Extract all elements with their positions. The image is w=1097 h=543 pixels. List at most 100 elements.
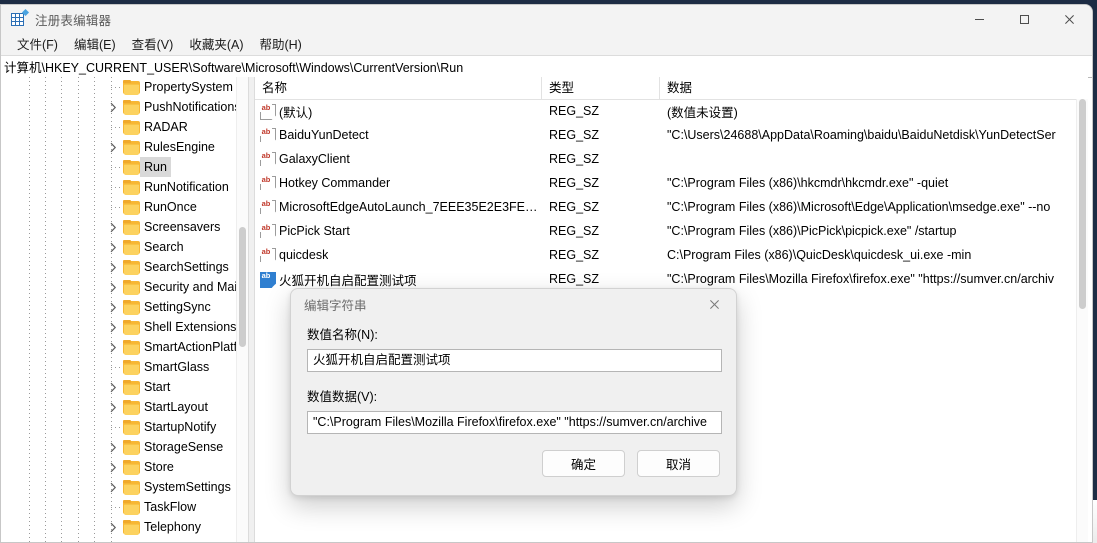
list-scrollbar-thumb[interactable] [1079,99,1086,309]
folder-icon [123,360,140,375]
address-bar[interactable]: 计算机\HKEY_CURRENT_USER\Software\Microsoft… [1,56,1092,78]
tree-leaf-connector [111,207,120,208]
tree-item-telephony[interactable]: Telephony [1,517,248,537]
chevron-right-icon[interactable] [105,237,121,257]
ok-button[interactable]: 确定 [542,450,625,477]
tree-item-store[interactable]: Store [1,457,248,477]
dialog-titlebar[interactable]: 编辑字符串 [291,289,736,319]
tree-item-label: PushNotifications [144,100,241,114]
tree-item-security-and-mair[interactable]: Security and Mair [1,277,248,297]
chevron-right-icon[interactable] [105,217,121,237]
folder-icon [123,160,140,175]
tree-item-run[interactable]: Run [1,157,248,177]
tree-item-smartglass[interactable]: SmartGlass [1,357,248,377]
table-row[interactable]: ab BaiduYunDetect REG_SZ "C:\Users\24688\Ap… [255,123,1088,147]
menu-item-favorites[interactable]: 收藏夹(A) [181,32,251,56]
chevron-right-icon[interactable] [105,277,121,297]
folder-icon [123,420,140,435]
cell-value-data: C:\Program Files (x86)\QuicDesk\quicdesk… [667,248,972,262]
tree-item-taskflow[interactable]: TaskFlow [1,497,248,517]
tree-item-shell-extensions[interactable]: Shell Extensions [1,317,248,337]
cell-value-name: ab GalaxyClient [255,152,542,166]
tree-item-settingsync[interactable]: SettingSync [1,297,248,317]
chevron-right-icon[interactable] [105,457,121,477]
tree-item-search[interactable]: Search [1,237,248,257]
chevron-right-icon[interactable] [105,397,121,417]
chevron-right-icon[interactable] [105,517,121,537]
cell-value-type: REG_SZ [549,224,600,238]
folder-icon [123,220,140,235]
window-title: 注册表编辑器 [35,13,112,28]
string-value-icon: ab [260,224,276,238]
column-header-name[interactable]: 名称 [255,77,542,99]
value-data-label: 数值数据(V): [307,390,378,404]
value-name-input[interactable]: 火狐开机自启配置测试项 [307,349,722,372]
tree-item-startlayout[interactable]: StartLayout [1,397,248,417]
value-name-text: 火狐开机自启配置测试项 [279,273,417,288]
menu-item-view[interactable]: 查看(V) [124,32,182,56]
tree-item-label: RulesEngine [144,140,215,154]
table-row[interactable]: ab Hotkey Commander REG_SZ "C:\Program File… [255,171,1088,195]
tree-item-startupnotify[interactable]: StartupNotify [1,417,248,437]
list-vertical-scrollbar[interactable] [1076,99,1088,542]
column-header-data[interactable]: 数据 [660,77,1088,99]
tree-item-label: StartLayout [144,400,208,414]
tree-item-storagesense[interactable]: StorageSense [1,437,248,457]
tree-vertical-scrollbar[interactable] [236,77,248,542]
tree-item-start[interactable]: Start [1,377,248,397]
tree-item-smartactionplatfo[interactable]: SmartActionPlatfo [1,337,248,357]
menu-item-edit[interactable]: 编辑(E) [66,32,124,56]
chevron-right-icon[interactable] [105,297,121,317]
tree-item-screensavers[interactable]: Screensavers [1,217,248,237]
folder-icon [123,440,140,455]
close-button[interactable] [1047,5,1092,33]
menu-item-help[interactable]: 帮助(H) [251,32,309,56]
registry-tree-pane[interactable]: PropertySystem PushNotifications RADAR Rule… [1,77,248,542]
window-titlebar[interactable]: 注册表编辑器 [1,5,1092,33]
tree-item-label: TaskFlow [144,500,197,514]
chevron-right-icon[interactable] [105,97,121,117]
value-name-label: 数值名称(N): [307,328,378,342]
folder-icon [123,200,140,215]
chevron-right-icon[interactable] [105,437,121,457]
tree-item-label: RADAR [144,120,188,134]
tree-scrollbar-thumb[interactable] [239,227,246,347]
chevron-right-icon[interactable] [105,377,121,397]
menu-item-file[interactable]: 文件(F) [9,32,66,56]
cell-value-name: ab (默认) [255,102,542,121]
minimize-button[interactable] [957,5,1002,33]
cancel-button[interactable]: 取消 [637,450,720,477]
cell-value-type: REG_SZ [549,104,600,118]
value-data-input[interactable]: "C:\Program Files\Mozilla Firefox\firefo… [307,411,722,434]
dialog-close-button[interactable] [692,289,736,319]
tree-item-radar[interactable]: RADAR [1,117,248,137]
folder-icon [123,500,140,515]
dialog-body: 数值名称(N): 火狐开机自启配置测试项 数值数据(V): "C:\Progra… [291,319,736,434]
maximize-button[interactable] [1002,5,1047,33]
string-value-icon: ab [260,272,276,288]
pane-splitter[interactable] [248,77,255,542]
chevron-right-icon[interactable] [105,477,121,497]
tree-item-label: Screensavers [144,220,221,234]
chevron-right-icon[interactable] [105,257,121,277]
dialog-buttons: 确定 取消 [542,450,720,477]
table-row[interactable]: ab MicrosoftEdgeAutoLaunch_7EEE35E2E3FE75… [255,195,1088,219]
table-row[interactable]: ab quicdesk REG_SZ C:\Program Files (x86)\Q… [255,243,1088,267]
chevron-right-icon[interactable] [105,337,121,357]
table-row[interactable]: ab GalaxyClient REG_SZ [255,147,1088,171]
chevron-right-icon[interactable] [105,317,121,337]
tree-item-runonce[interactable]: RunOnce [1,197,248,217]
tree-item-rulesengine[interactable]: RulesEngine [1,137,248,157]
tree-item-searchsettings[interactable]: SearchSettings [1,257,248,277]
table-row[interactable]: ab PicPick Start REG_SZ "C:\Program Files (… [255,219,1088,243]
column-header-type[interactable]: 类型 [542,77,660,99]
tree-item-systemsettings[interactable]: SystemSettings [1,477,248,497]
value-name-text: quicdesk [279,248,329,262]
tree-item-propertysystem[interactable]: PropertySystem [1,77,248,97]
tree-item-pushnotifications[interactable]: PushNotifications [1,97,248,117]
tree-item-runnotification[interactable]: RunNotification [1,177,248,197]
table-row[interactable]: ab (默认) REG_SZ (数值未设置) [255,99,1088,123]
chevron-right-icon[interactable] [105,137,121,157]
tree-item-label: SmartActionPlatfo [144,340,245,354]
menubar: 文件(F) 编辑(E) 查看(V) 收藏夹(A) 帮助(H) [1,33,1092,56]
